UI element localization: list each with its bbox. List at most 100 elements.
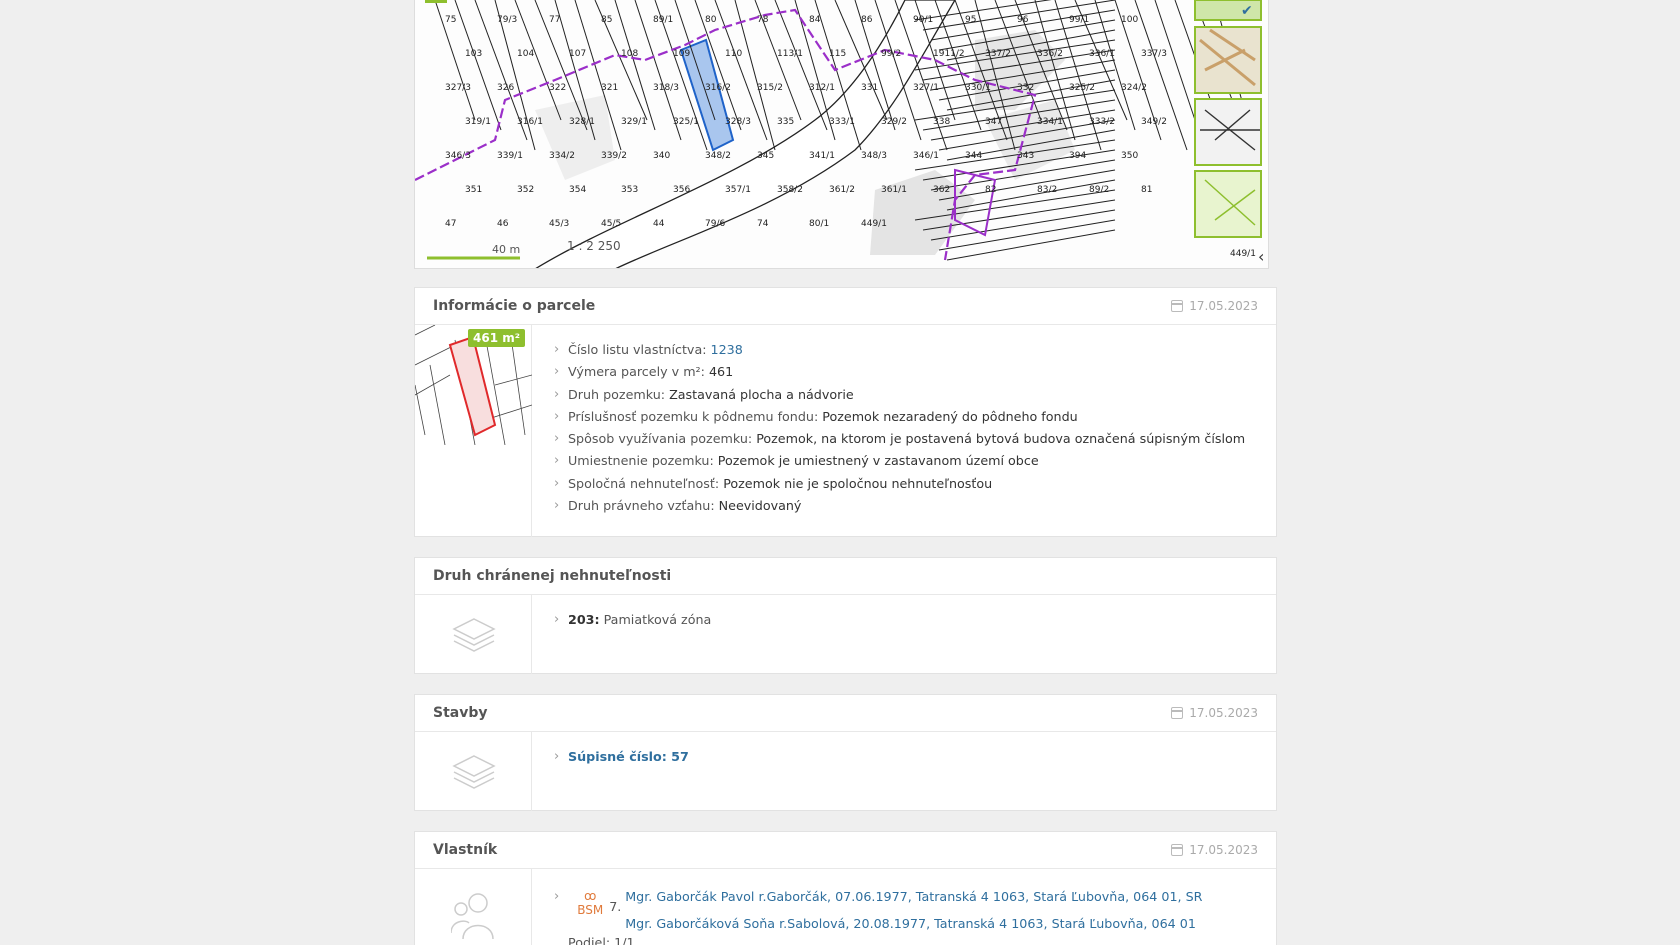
buildings-card: Stavby 17.05.2023 Súpisné číslo: 57 (414, 694, 1277, 811)
parcel-label: 79/3 (497, 15, 517, 25)
parcel-label: 47 (445, 219, 456, 229)
parcel-label: 103 (465, 49, 482, 59)
parcel-label: 74 (757, 219, 769, 229)
card-title: Stavby (433, 705, 488, 721)
parcel-label: 316/1 (517, 117, 543, 127)
parcel-label: 361/2 (829, 185, 855, 195)
update-date: 17.05.2023 (1171, 299, 1258, 313)
parcel-label: 327/3 (445, 83, 471, 93)
parcel-label: 89/2 (1089, 185, 1109, 195)
parcel-label: 95 (965, 15, 976, 25)
calendar-icon (1171, 300, 1184, 312)
card-title: Informácie o parcele (433, 298, 596, 314)
parcel-label: 315/2 (757, 83, 783, 93)
parcel-attribute: Druh pozemku: Zastavaná plocha a nádvori… (554, 384, 1276, 407)
owner-link[interactable]: Mgr. Gaborčák Pavol r.Gaborčák, 07.06.19… (625, 883, 1202, 910)
parcel-label: 108 (621, 49, 638, 59)
parcel-label: 99/2 (881, 49, 901, 59)
parcel-label: 96 (1017, 15, 1029, 25)
owner-number: 7. (609, 899, 622, 914)
parcel-attribute: Spoločná nehnuteľnosť: Pozemok nie je sp… (554, 473, 1276, 496)
scale-ratio: 1 : 2 250 (567, 239, 621, 253)
parcel-label: 327/1 (913, 83, 939, 93)
parcel-label: 109 (673, 49, 690, 59)
parcel-label: 322 (549, 83, 566, 93)
parcel-label: 335 (777, 117, 794, 127)
parcel-label: 329/2 (881, 117, 907, 127)
parcel-label: 79/6 (705, 219, 725, 229)
parcel-label: 85 (601, 15, 612, 25)
parcel-label: 333/2 (1089, 117, 1115, 127)
owner-header: Vlastník 17.05.2023 (415, 832, 1276, 869)
chevron-left-icon[interactable]: ‹ (1258, 247, 1264, 266)
parcel-label: 348/3 (861, 151, 887, 161)
parcel-label: 337/2 (985, 49, 1011, 59)
parcel-attribute: Umiestnenie pozemku: Pozemok je umiestne… (554, 450, 1276, 473)
card-title: Vlastník (433, 842, 498, 858)
layers-thumbnail (415, 595, 532, 674)
parcel-label: 351 (465, 185, 482, 195)
parcel-label: 332 (1017, 83, 1034, 93)
parcel-label: 328/1 (569, 117, 595, 127)
parcel-label: 449/1 (861, 219, 887, 229)
owner-link[interactable]: Mgr. Gaborčáková Soňa r.Sabolová, 20.08.… (625, 910, 1202, 937)
parcel-info-header: Informácie o parcele 17.05.2023 (415, 288, 1276, 325)
parcel-label: 337/3 (1141, 49, 1167, 59)
layers-icon (452, 618, 496, 652)
protected-header: Druh chránenej nehnuteľnosti (415, 558, 1276, 595)
parcel-label: 339/1 (497, 151, 523, 161)
parcel-label: 330/1 (965, 83, 991, 93)
calendar-icon (1171, 844, 1184, 856)
parcel-label: 334/1 (1037, 117, 1063, 127)
parcel-label: 350 (1121, 151, 1138, 161)
parcel-label: 352 (517, 185, 534, 195)
layers-icon (452, 755, 496, 789)
owner-thumbnail (415, 869, 532, 945)
parcel-label: 318/3 (653, 83, 679, 93)
parcel-label: 113/1 (777, 49, 803, 59)
parcel-label: 354 (569, 185, 586, 195)
parcel-label: 357/1 (725, 185, 751, 195)
protected-item: 203: Pamiatková zóna (554, 609, 1276, 632)
parcel-label: 99/1 (1069, 15, 1089, 25)
parcel-label: 343 (1017, 151, 1034, 161)
scale-distance: 40 m (492, 243, 520, 256)
parcel-label: 83/2 (1037, 185, 1057, 195)
parcel-label: 75 (445, 15, 456, 25)
parcel-label: 100 (1121, 15, 1138, 25)
parcel-attribute: Druh právneho vzťahu: Neevidovaný (554, 495, 1276, 518)
parcel-label: 84 (809, 15, 821, 25)
parcel-label: 340 (653, 151, 670, 161)
parcel-label: 104 (517, 49, 534, 59)
parcel-label: 339/2 (601, 151, 627, 161)
parcel-label: 334/2 (549, 151, 575, 161)
chevron-right-icon: › (554, 889, 560, 904)
rings-icon: ꝏ (584, 889, 597, 903)
parcel-label: 80/1 (809, 219, 829, 229)
parcel-label: 80 (705, 15, 717, 25)
parcel-label: 44 (653, 219, 665, 229)
parcel-label: 345 (757, 151, 774, 161)
parcel-label: 331 (861, 83, 878, 93)
parcel-label: 107 (569, 49, 586, 59)
protected-card: Druh chránenej nehnuteľnosti 203: Pamiat… (414, 557, 1277, 674)
parcel-attribute: Výmera parcely v m²: 461 (554, 361, 1276, 384)
parcel-label: 110 (725, 49, 742, 59)
parcel-label: 333/1 (829, 117, 855, 127)
cadastral-map[interactable]: 40 m 1 : 2 250 75 79/3 77 85 89/1 80 78 84 86 90/… (414, 0, 1269, 269)
svg-text:✔: ✔ (1241, 3, 1253, 19)
layer-switcher[interactable]: ✔ (1194, 0, 1262, 238)
parcel-attributes-list: Číslo listu vlastníctva: 1238Výmera parc… (532, 325, 1276, 537)
parcel-label: 316/2 (705, 83, 731, 93)
building-link[interactable]: Súpisné číslo: 57 (554, 746, 1276, 769)
parcel-label: 362 (933, 185, 950, 195)
parcel-label: 336/1 (1089, 49, 1115, 59)
layers-thumbnail (415, 732, 532, 811)
parcel-attribute: Príslušnosť pozemku k pôdnemu fondu: Poz… (554, 406, 1276, 429)
parcel-label: 328/3 (725, 117, 751, 127)
parcel-label: 1911/2 (933, 49, 965, 59)
parcel-thumbnail[interactable]: 461 m² (414, 324, 533, 537)
parcel-info-card: Informácie o parcele 17.05.2023 461 m² Č… (414, 287, 1277, 537)
parcel-label: 346/1 (913, 151, 939, 161)
parcel-label: 312/1 (809, 83, 835, 93)
